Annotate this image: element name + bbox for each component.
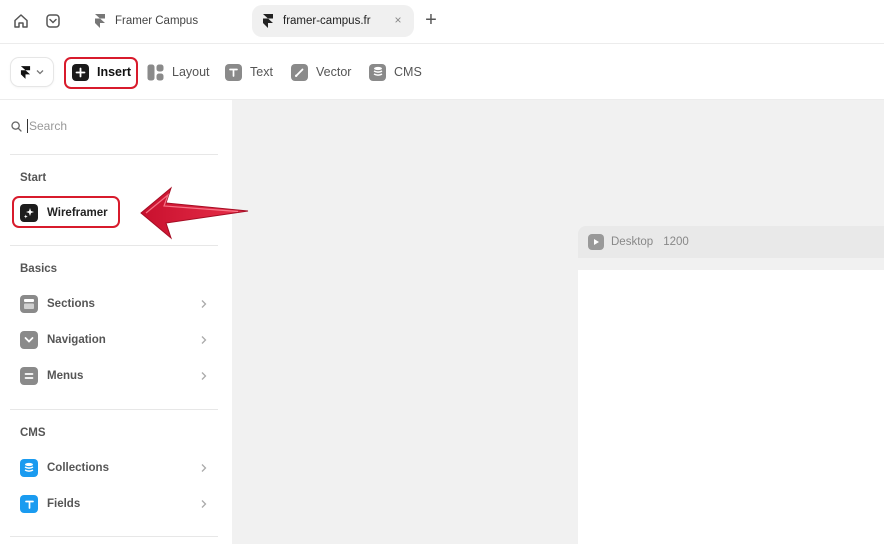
tab-framer-campus-fr[interactable]: framer-campus.fr × <box>252 5 414 37</box>
item-label: Collections <box>47 462 109 474</box>
text-icon <box>20 495 38 513</box>
callout-arrow <box>140 186 249 240</box>
insert-label: Insert <box>97 65 132 79</box>
search-field[interactable]: Search <box>11 116 67 136</box>
new-tab-icon[interactable]: + <box>422 10 440 30</box>
layout-label: Layout <box>172 65 210 79</box>
sidebar-item-navigation[interactable]: Navigation <box>20 330 210 350</box>
chevron-right-icon <box>201 336 207 344</box>
framer-logo-icon <box>263 14 273 28</box>
text-label: Text <box>250 65 273 79</box>
chevron-right-icon <box>201 464 207 472</box>
frame-label-desktop[interactable]: Desktop 1200 <box>578 226 884 258</box>
search-input[interactable]: Search <box>29 119 67 133</box>
section-title-basics: Basics <box>20 263 58 275</box>
database-icon <box>20 459 38 477</box>
section-divider <box>10 409 218 410</box>
frame-name: Desktop <box>611 236 654 248</box>
layout-button[interactable]: Layout <box>147 61 210 83</box>
search-icon <box>11 120 22 132</box>
layout-icon <box>147 64 164 81</box>
browser-tab-bar: Framer Campus framer-campus.fr × + <box>0 0 884 44</box>
vector-button[interactable]: Vector <box>291 61 351 83</box>
menu-icon <box>20 367 38 385</box>
sidebar-item-sections[interactable]: Sections <box>20 294 210 314</box>
cms-button[interactable]: CMS <box>369 61 422 83</box>
editor-toolbar: Insert Layout Text Vector CMS <box>0 44 884 100</box>
chevron-right-icon <box>201 372 207 380</box>
vector-label: Vector <box>316 65 352 79</box>
database-icon <box>369 63 386 81</box>
section-title-start: Start <box>20 172 47 184</box>
sparkle-icon <box>20 204 38 222</box>
sections-icon <box>20 295 38 313</box>
play-icon[interactable] <box>588 234 604 250</box>
insert-panel: Search Start Wireframer Basics Sections … <box>0 100 232 544</box>
plus-square-icon <box>72 63 89 81</box>
sidebar-item-collections[interactable]: Collections <box>20 458 210 478</box>
sidebar-item-fields[interactable]: Fields <box>20 494 210 514</box>
text-button[interactable]: Text <box>225 61 273 83</box>
section-divider <box>10 154 218 155</box>
section-divider <box>10 245 218 246</box>
framer-logo-icon <box>20 65 31 79</box>
pocket-icon[interactable] <box>44 12 62 30</box>
text-caret <box>27 119 28 133</box>
insert-button[interactable]: Insert <box>72 61 131 83</box>
chevron-down-icon <box>36 70 44 75</box>
item-label: Navigation <box>47 334 106 346</box>
text-icon <box>225 63 242 81</box>
tab-label: Framer Campus <box>115 15 199 27</box>
item-label: Fields <box>47 498 81 510</box>
cms-label: CMS <box>394 65 422 79</box>
item-label: Menus <box>47 370 84 382</box>
design-canvas[interactable]: Desktop 1200 <box>232 100 884 544</box>
home-icon[interactable] <box>12 12 30 30</box>
pen-icon <box>291 63 308 81</box>
framer-menu-button[interactable] <box>11 58 53 86</box>
item-label: Wireframer <box>47 207 108 219</box>
section-title-cms: CMS <box>20 427 46 439</box>
sidebar-item-menus[interactable]: Menus <box>20 366 210 386</box>
frame-width: 1200 <box>663 236 689 248</box>
framer-logo-icon <box>95 14 105 28</box>
chevron-right-icon <box>201 500 207 508</box>
item-label: Sections <box>47 298 95 310</box>
close-tab-icon[interactable]: × <box>392 14 404 26</box>
tab-framer-campus[interactable]: Framer Campus <box>88 5 238 37</box>
tab-label: framer-campus.fr <box>283 15 371 27</box>
chevron-down-icon <box>20 331 38 349</box>
section-divider <box>10 536 218 537</box>
chevron-right-icon <box>201 300 207 308</box>
desktop-frame[interactable] <box>578 270 884 544</box>
